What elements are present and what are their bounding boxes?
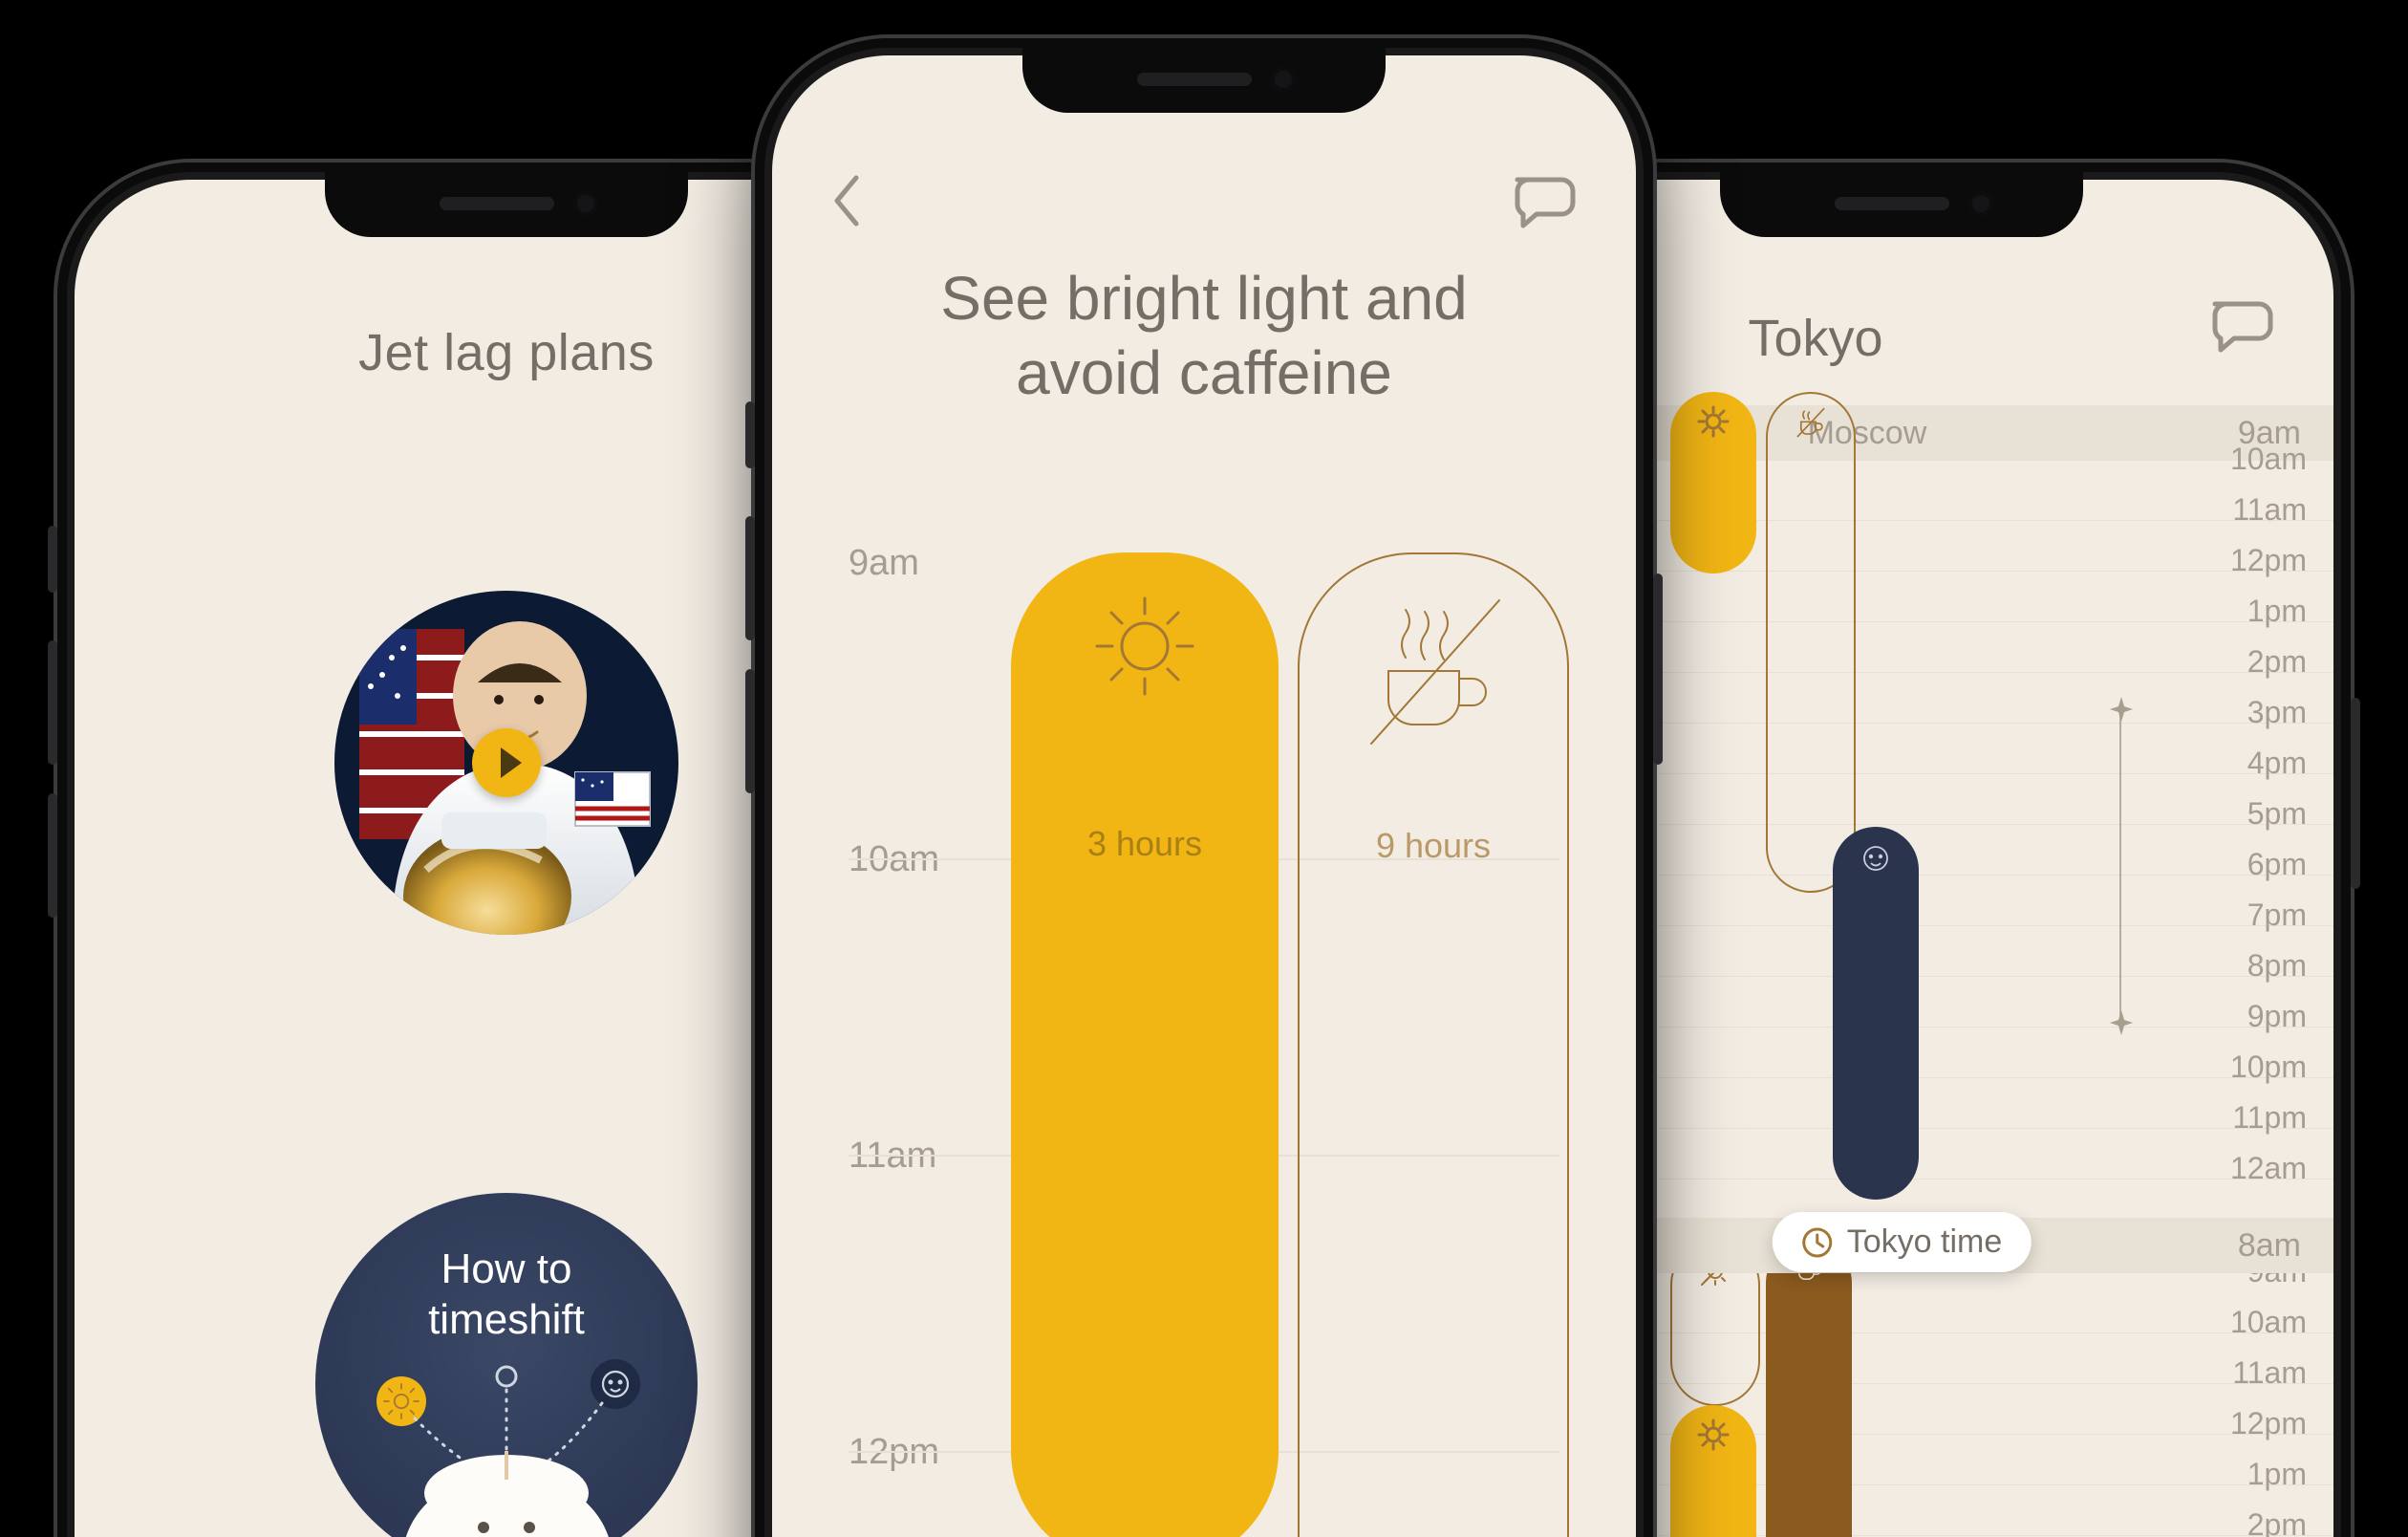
hour-label: 10pm [2230, 1050, 2307, 1085]
timeshift-diagram [315, 1193, 698, 1537]
silence-switch [745, 401, 755, 468]
no-caffeine-block[interactable]: 9 hours [1298, 552, 1569, 1537]
phone-notch [325, 162, 688, 237]
hour-label: 11pm [2232, 1100, 2307, 1136]
sun-icon [1011, 589, 1279, 704]
chat-button[interactable] [1508, 170, 1580, 236]
volume-down-button [48, 793, 57, 918]
hour-label: 8pm [2247, 948, 2307, 984]
duration-label: 9 hours [1300, 826, 1567, 866]
phone-detail: See bright light andavoid caffeine 9am 1… [755, 38, 1653, 1537]
hour-label: 4pm [2247, 746, 2307, 781]
local-time-chip[interactable]: Tokyo time [1773, 1212, 2032, 1272]
sun-icon [1697, 405, 1730, 443]
how-to-timeshift-card[interactable]: How to timeshift [315, 1193, 698, 1537]
volume-up-button [745, 516, 755, 640]
clock-icon [1801, 1226, 1834, 1259]
airplane-icon [2108, 695, 2135, 722]
hour-label: 12pm [2230, 1406, 2307, 1441]
hour-label: 1pm [2247, 594, 2307, 629]
no-coffee-icon [1795, 407, 1827, 444]
duration-label: 3 hours [1011, 824, 1279, 864]
flight-track [2119, 706, 2121, 1022]
hour-label: 10am [2230, 1305, 2307, 1340]
hour-label: 1pm [2247, 1457, 2307, 1492]
hour-label: 10am [2230, 442, 2307, 477]
volume-up-button [48, 640, 57, 765]
airplane-icon [2108, 1008, 2135, 1035]
instruction-title: See bright light andavoid caffeine [849, 261, 1559, 410]
no-coffee-icon [1300, 591, 1567, 753]
sun-icon [1697, 1418, 1730, 1456]
light-block[interactable] [1670, 392, 1756, 574]
sleep-icon [1860, 842, 1892, 879]
hour-label: 12pm [2230, 543, 2307, 578]
light-block[interactable] [1670, 1405, 1756, 1537]
light-block[interactable]: 3 hours [1011, 552, 1279, 1537]
hour-label: 11am [2232, 1355, 2307, 1391]
timeline[interactable]: 9am 10am 11am 12pm [849, 514, 1559, 1537]
hour-label: 2pm [2247, 644, 2307, 680]
start-time: 8am [2196, 1227, 2301, 1265]
hour-label: 2pm [2247, 1507, 2307, 1537]
sleep-block[interactable] [1833, 827, 1919, 1200]
local-time-label: Tokyo time [1847, 1223, 2003, 1261]
power-button [1653, 574, 1663, 765]
play-icon [472, 728, 541, 797]
power-button [2351, 698, 2360, 889]
astronaut-video-card[interactable] [334, 591, 678, 935]
no-caffeine-block[interactable] [1766, 392, 1856, 893]
hour-label: 6pm [2247, 847, 2307, 882]
chat-button[interactable] [2205, 294, 2278, 360]
hour-label: 11am [2232, 492, 2307, 528]
hour-label: 12am [2230, 1151, 2307, 1186]
hour-label: 9pm [2247, 999, 2307, 1034]
phone-notch [1720, 162, 2083, 237]
silence-switch [48, 526, 57, 593]
volume-down-button [745, 669, 755, 793]
phone-notch [1022, 38, 1386, 113]
hour-label: 3pm [2247, 695, 2307, 730]
axis-tick: 9am [849, 543, 919, 584]
hour-label: 7pm [2247, 898, 2307, 933]
hour-label: 5pm [2247, 796, 2307, 832]
back-button[interactable] [828, 170, 866, 236]
caffeine-block[interactable] [1766, 1240, 1852, 1537]
